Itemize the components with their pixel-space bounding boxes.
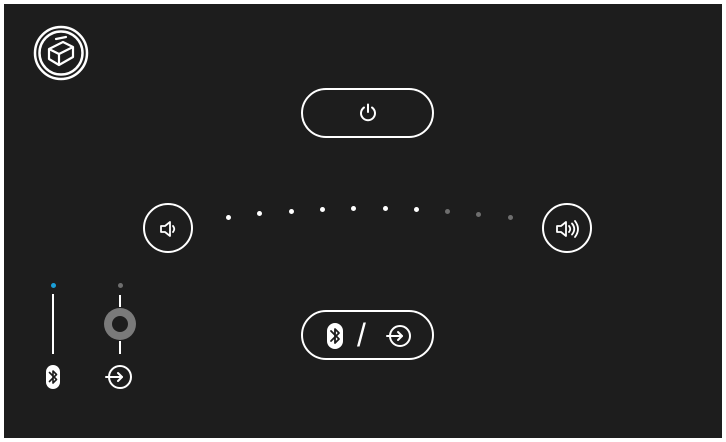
input-icon — [385, 323, 413, 349]
power-icon — [358, 103, 378, 123]
volume-up-button[interactable] — [542, 203, 592, 253]
bluetooth-status-icon — [45, 364, 61, 390]
bluetooth-status-led — [51, 283, 56, 288]
volume-level-dot — [319, 207, 325, 212]
volume-level-dot — [382, 206, 388, 211]
source-separator: / — [357, 317, 366, 353]
power-button[interactable] — [301, 88, 434, 138]
speaker-low-icon — [158, 218, 180, 240]
volume-level-dot — [476, 212, 482, 217]
speaker-control-panel: / — [4, 4, 722, 438]
aux-knob-icon — [103, 307, 137, 341]
volume-level-dot — [413, 207, 419, 212]
volume-level-dot — [507, 215, 513, 220]
aux-input-status-icon — [104, 363, 134, 391]
aux-input-status-led — [118, 283, 123, 288]
volume-level-dot — [226, 215, 231, 220]
bluetooth-status-line — [52, 294, 54, 354]
volume-down-button[interactable] — [143, 203, 193, 253]
volume-level-dot — [445, 209, 451, 214]
bluetooth-icon — [326, 322, 344, 350]
speaker-high-icon — [555, 218, 581, 240]
volume-level-dot — [351, 206, 357, 211]
volume-level-dot — [257, 211, 263, 216]
aux-input-status-line-top — [119, 295, 121, 307]
source-toggle-button[interactable]: / — [301, 310, 434, 360]
box-logo-icon — [33, 25, 89, 81]
power-button-label — [303, 90, 304, 91]
volume-level-dot — [288, 209, 294, 214]
aux-input-status-line-bottom — [119, 341, 121, 354]
